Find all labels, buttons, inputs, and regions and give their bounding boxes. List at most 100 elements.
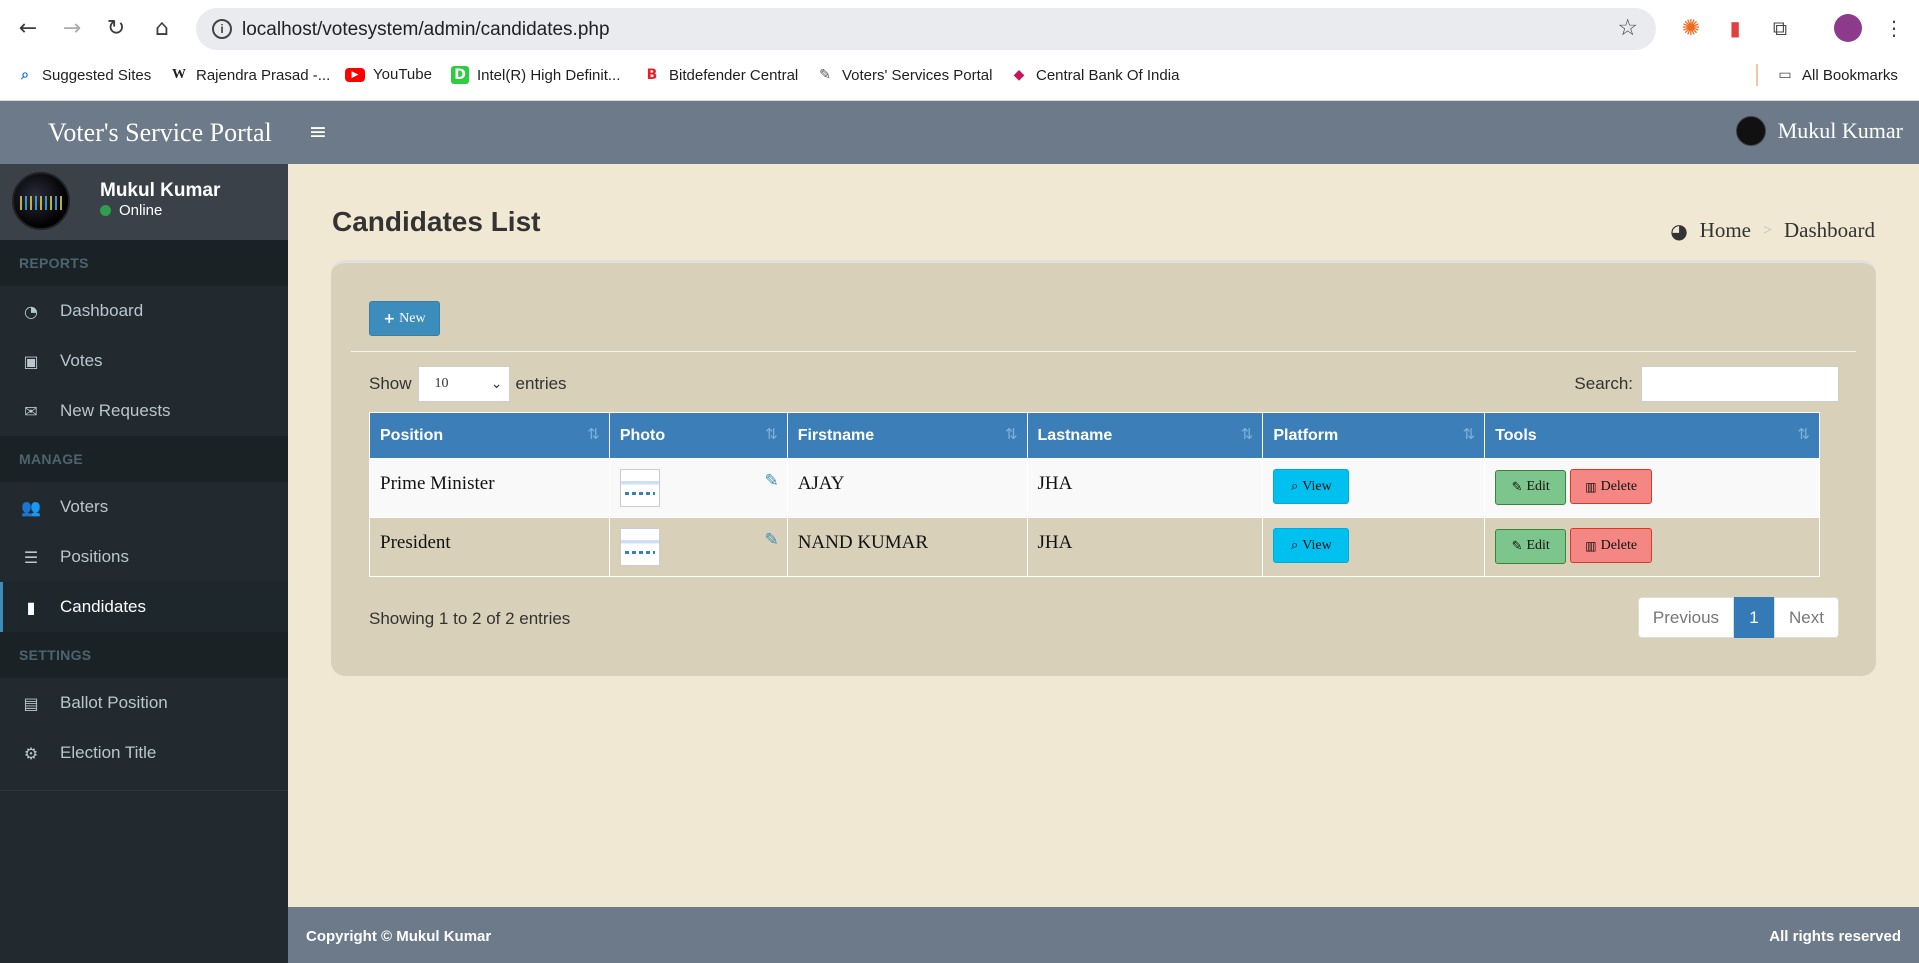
cell-lastname: JHA: [1026, 458, 1264, 518]
bookmark-item[interactable]: D Intel(R) High Definit...: [451, 66, 620, 84]
column-label: Lastname: [1037, 426, 1113, 444]
sidebar-toggle-icon[interactable]: ≡: [304, 117, 332, 147]
view-label: View: [1302, 478, 1332, 494]
column-header-lastname[interactable]: Lastname ⇅: [1026, 412, 1264, 459]
column-label: Position: [380, 426, 444, 444]
extension-icon[interactable]: ✺: [1677, 14, 1705, 42]
sidebar-item-voters[interactable]: 👥 Voters: [0, 482, 288, 532]
sidebar-item-election-title[interactable]: ⚙ Election Title: [0, 728, 288, 778]
sidebar-item-candidates[interactable]: ▮ Candidates: [0, 582, 288, 632]
all-bookmarks[interactable]: ▭ All Bookmarks: [1776, 66, 1897, 84]
user-menu[interactable]: Mukul Kumar: [1735, 116, 1903, 146]
section-header-manage: MANAGE: [0, 436, 288, 482]
previous-page-button[interactable]: Previous: [1637, 597, 1735, 638]
voters-portal-icon: ✎: [819, 67, 831, 83]
sidebar-item-positions[interactable]: ☰ Positions: [0, 532, 288, 582]
sidebar-item-dashboard[interactable]: ◔ Dashboard: [0, 286, 288, 336]
sidebar-item-label: Dashboard: [60, 301, 144, 320]
entries-length: Show 10 ⌄ entries: [369, 366, 567, 402]
section-header-reports: REPORTS: [0, 240, 288, 286]
show-label: Show: [369, 374, 412, 393]
app-logo[interactable]: Voter's Service Portal: [0, 101, 288, 164]
search-input[interactable]: [1641, 366, 1839, 402]
sidebar-item-ballot-position[interactable]: ▤ Ballot Position: [0, 678, 288, 728]
column-label: Photo: [619, 426, 666, 444]
bookmark-divider: [1756, 64, 1758, 86]
back-arrow-icon[interactable]: ←: [10, 10, 46, 46]
column-header-tools[interactable]: Tools ⇅: [1484, 412, 1820, 459]
cell-photo: ✎: [608, 517, 788, 577]
section-header-settings: SETTINGS: [0, 632, 288, 678]
id-badge-icon: ▮: [26, 597, 36, 617]
profile-avatar[interactable]: [1834, 14, 1862, 42]
forward-arrow-icon[interactable]: →: [54, 10, 90, 46]
bookmark-item[interactable]: B Bitdefender Central: [643, 66, 799, 84]
cell-lastname: JHA: [1026, 517, 1264, 577]
edit-photo-icon[interactable]: ✎: [764, 530, 778, 550]
extensions-puzzle-icon[interactable]: ⧉: [1766, 14, 1794, 42]
cell-photo: ✎: [608, 458, 788, 518]
breadcrumb-home[interactable]: Home: [1700, 218, 1751, 243]
file-icon: ▤: [23, 693, 39, 713]
bookmark-label: Rajendra Prasad -...: [196, 66, 331, 84]
candidate-photo: [619, 528, 660, 566]
delete-button[interactable]: ▥ Delete: [1570, 469, 1653, 504]
sidebar-item-votes[interactable]: ▣ Votes: [0, 336, 288, 386]
column-header-platform[interactable]: Platform ⇅: [1262, 412, 1486, 459]
cell-position: President: [369, 517, 610, 577]
column-header-photo[interactable]: Photo ⇅: [608, 412, 788, 459]
sort-icon: ⇅: [587, 425, 600, 443]
reload-icon[interactable]: ↻: [98, 10, 134, 46]
pagination: Previous 1 Next: [1637, 597, 1839, 638]
lock-icon: ▣: [23, 351, 39, 371]
sidebar-item-label: Candidates: [60, 597, 147, 616]
bookmark-label: Bitdefender Central: [669, 66, 799, 84]
bookmark-item[interactable]: ◆ Central Bank Of India: [1010, 66, 1180, 84]
trash-icon: ▥: [1585, 479, 1597, 494]
sidebar-divider: [0, 790, 288, 791]
status-label: Online: [119, 202, 163, 219]
sidebar-item-new-requests[interactable]: ✉ New Requests: [0, 386, 288, 436]
view-platform-button[interactable]: ⌕ View: [1273, 528, 1350, 563]
bookmark-item[interactable]: ▶ YouTube: [345, 66, 432, 83]
online-dot-icon: [100, 205, 111, 216]
main-content: Candidates List ◕ Home > Dashboard + New…: [288, 164, 1919, 907]
bookmark-label: Voters' Services Portal: [842, 66, 993, 84]
edit-button[interactable]: ✎ Edit: [1495, 469, 1567, 505]
next-page-button[interactable]: Next: [1774, 597, 1839, 638]
candidates-table: Position ⇅ Photo ⇅ Firstname ⇅ Lastname ⇅ Pl…: [369, 412, 1820, 577]
search-icon: ⌕: [1290, 538, 1299, 553]
view-platform-button[interactable]: ⌕ View: [1273, 469, 1350, 504]
new-candidate-button[interactable]: + New: [369, 301, 440, 336]
cell-platform: ⌕ View: [1262, 458, 1486, 518]
edit-photo-icon[interactable]: ✎: [764, 471, 778, 491]
column-header-firstname[interactable]: Firstname ⇅: [786, 412, 1028, 459]
bookmark-label: Intel(R) High Definit...: [477, 66, 621, 84]
chevron-down-icon: ⌄: [490, 376, 503, 392]
cell-firstname: AJAY: [786, 458, 1028, 518]
entries-select[interactable]: 10 ⌄: [417, 366, 510, 402]
footer-copyright: Copyright © Mukul Kumar: [306, 928, 492, 945]
column-header-position[interactable]: Position ⇅: [369, 412, 610, 459]
home-icon[interactable]: ⌂: [144, 10, 180, 46]
bookmark-star-icon[interactable]: ☆: [1617, 15, 1638, 41]
delete-button[interactable]: ▥ Delete: [1570, 528, 1653, 563]
dashboard-icon: ◔: [24, 301, 38, 321]
list-icon: ☰: [23, 547, 39, 567]
bookmark-item[interactable]: ⌕ Suggested Sites: [16, 66, 151, 84]
view-label: View: [1302, 537, 1332, 553]
address-bar[interactable]: i localhost/votesystem/admin/candidates.…: [196, 8, 1656, 50]
edit-label: Edit: [1526, 538, 1550, 553]
bookmark-item[interactable]: ✎ Voters' Services Portal: [816, 66, 992, 84]
edit-button[interactable]: ✎ Edit: [1495, 528, 1567, 564]
column-label: Platform: [1273, 426, 1339, 444]
intel-icon: D: [451, 66, 469, 84]
page-1-button[interactable]: 1: [1734, 597, 1775, 638]
chart-extension-icon[interactable]: ▮: [1721, 14, 1749, 42]
online-status: Online: [100, 202, 162, 219]
bookmark-item[interactable]: W Rajendra Prasad -...: [170, 66, 330, 84]
url-text[interactable]: localhost/votesystem/admin/candidates.ph…: [242, 19, 610, 41]
table-info: Showing 1 to 2 of 2 entries: [369, 609, 571, 628]
menu-dots-icon[interactable]: ⋮: [1880, 14, 1908, 42]
site-info-icon[interactable]: i: [212, 19, 232, 39]
